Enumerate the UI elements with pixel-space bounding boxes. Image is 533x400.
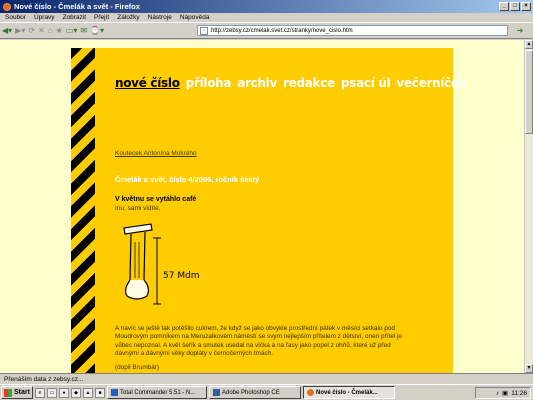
close-button[interactable]: × — [521, 2, 531, 11]
quicklaunch-app2-icon[interactable]: ▲ — [83, 387, 93, 398]
issue-heading: Čmelák a svět, číslo 4/2005, ročník šest… — [115, 175, 260, 184]
coffee-sketch-image: 57 Mdm — [123, 223, 200, 305]
windows-logo-icon — [4, 388, 12, 397]
nav-nove-cislo[interactable]: nové číslo — [115, 76, 180, 90]
title-bar: Nové číslo - Čmelák a svět - Firefox _ □… — [0, 0, 533, 13]
vertical-scrollbar[interactable]: ▲ ▼ — [524, 40, 533, 373]
start-label: Start — [14, 389, 30, 396]
url-text: http://zebsy.cz/cmelak.svet.cz/stranky/n… — [211, 27, 353, 34]
task-label: Nové číslo - Čmelák... — [316, 389, 378, 396]
menu-bar: Soubor Úpravy Zobrazit Přejít Záložky Ná… — [0, 13, 533, 22]
window-controls: _ □ × — [499, 2, 531, 11]
window-title: Nové číslo - Čmelák a svět - Firefox — [14, 2, 140, 11]
hazard-stripes — [71, 48, 95, 373]
back-icon[interactable]: ◀▾ — [2, 25, 12, 37]
page-icon: ▫ — [200, 26, 208, 35]
task-label: Adobe Photoshop CE — [222, 389, 280, 396]
menu-napoveda[interactable]: Nápověda — [180, 14, 210, 21]
status-text: Přenáším data z zebsy.cz... — [4, 375, 84, 383]
menu-zobrazit[interactable]: Zobrazit — [63, 14, 86, 21]
task-label: Total Commander 5.51 - N... — [120, 389, 196, 396]
history-icon[interactable]: ⌚▾ — [90, 25, 104, 37]
nav-vecernicek[interactable]: večerníček — [396, 76, 466, 90]
network-icon[interactable]: ▣ — [502, 389, 508, 397]
photoshop-icon — [213, 389, 220, 396]
quicklaunch-desktop-icon[interactable]: ▭ — [47, 387, 57, 398]
bookmarks-icon[interactable]: ★ — [56, 25, 63, 37]
site-nav: nové číslo příloha archiv redakce psací … — [115, 76, 467, 90]
go-button[interactable]: ➜ — [511, 25, 529, 36]
quicklaunch-app3-icon[interactable]: ■ — [95, 387, 105, 398]
quicklaunch-ie-icon[interactable]: e — [35, 387, 45, 398]
nav-psaci-ul[interactable]: psací úl — [341, 76, 391, 90]
nav-priloha[interactable]: příloha — [186, 76, 232, 90]
menu-nastroje[interactable]: Nástroje — [148, 14, 172, 21]
scroll-up-arrow[interactable]: ▲ — [525, 40, 533, 49]
menu-prejit[interactable]: Přejít — [94, 14, 109, 21]
article-title: V květnu se vytáhlo café — [115, 196, 197, 203]
page-panel: nové číslo příloha archiv redakce psací … — [71, 48, 467, 373]
task-photoshop[interactable]: Adobe Photoshop CE — [209, 386, 301, 399]
menu-soubor[interactable]: Soubor — [5, 14, 26, 21]
taskbar: Start e ▭ ● ◆ ▲ ■ Total Commander 5.51 -… — [0, 384, 533, 400]
article-subtitle: Inu, sami vidíte. — [115, 205, 161, 212]
clock: 11:26 — [511, 389, 527, 397]
firefox-icon — [307, 389, 314, 396]
browser-viewport: nové číslo příloha archiv redakce psací … — [0, 40, 524, 373]
home-icon[interactable]: ⌂ — [48, 25, 53, 37]
reload-icon[interactable]: ⟳ — [28, 25, 35, 37]
menu-upravy[interactable]: Úpravy — [34, 14, 55, 21]
system-tray: ♪ ▣ 11:26 — [475, 387, 531, 399]
url-bar[interactable]: ▫ http://zebsy.cz/cmelak.svet.cz/stranky… — [197, 25, 508, 36]
task-firefox[interactable]: Nové číslo - Čmelák... — [303, 386, 395, 399]
scroll-thumb[interactable] — [525, 50, 533, 134]
stop-icon[interactable]: ✕ — [38, 25, 45, 37]
status-bar: Přenáším data z zebsy.cz... — [0, 373, 533, 384]
scroll-down-arrow[interactable]: ▼ — [525, 364, 533, 373]
firefox-icon — [3, 2, 11, 11]
article-paragraph: A navíc se ještě tak potěšilo cukrem, že… — [115, 325, 402, 357]
quicklaunch-firefox-icon[interactable]: ● — [59, 387, 69, 398]
minimize-button[interactable]: _ — [499, 2, 509, 11]
mail-icon[interactable]: ✉ — [80, 25, 87, 37]
total-commander-icon — [111, 389, 118, 396]
volume-icon[interactable]: ♪ — [496, 390, 499, 397]
maximize-button[interactable]: □ — [510, 2, 520, 11]
article-signature: (dopil Brumbár) — [115, 364, 160, 371]
task-total-commander[interactable]: Total Commander 5.51 - N... — [107, 386, 207, 399]
nav-redakce[interactable]: redakce — [283, 76, 335, 90]
start-button[interactable]: Start — [1, 386, 33, 399]
koutecek-link[interactable]: Koutecek Antonína Mokrého — [115, 150, 197, 157]
nav-archiv[interactable]: archiv — [237, 76, 277, 90]
quicklaunch-app-icon[interactable]: ◆ — [71, 387, 81, 398]
menu-zalozky[interactable]: Záložky — [117, 14, 139, 21]
forward-icon[interactable]: ▶▾ — [15, 25, 25, 37]
sketch-label: 57 Mdm — [163, 271, 200, 281]
print-icon[interactable]: ▭▾ — [66, 25, 78, 37]
